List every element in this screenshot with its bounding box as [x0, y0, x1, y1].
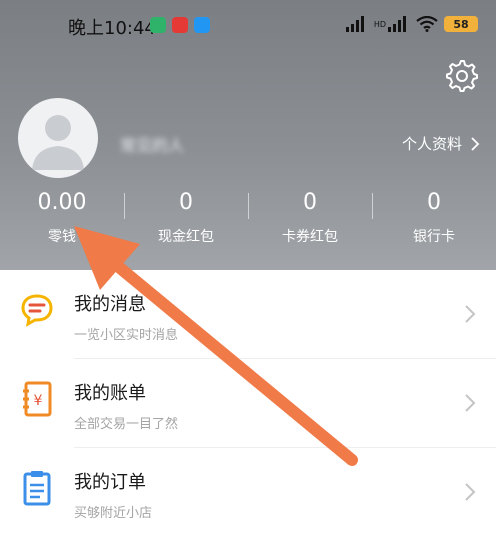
menu-item-title: 我的账单 — [74, 383, 146, 404]
stat-coupon-redpacket[interactable]: 0 卡券红包 — [248, 188, 372, 246]
wallet-stats: 0.00 零钱 0 现金红包 0 卡券红包 0 银行卡 — [0, 188, 496, 258]
battery-icon: 58 — [444, 16, 478, 32]
menu-item-subtitle: 一览小区实时消息 — [74, 328, 179, 343]
app-notification-icon — [172, 17, 188, 33]
app-notification-icon — [150, 17, 166, 33]
stat-label: 零钱 — [48, 229, 76, 245]
order-icon — [23, 471, 51, 506]
stat-label: 银行卡 — [413, 229, 455, 245]
app-notification-icon — [194, 17, 210, 33]
menu-item-title: 我的订单 — [74, 472, 146, 493]
chevron-right-icon — [465, 394, 476, 412]
menu-item-subtitle: 全部交易一目了然 — [74, 417, 179, 432]
menu-item-title: 我的消息 — [74, 294, 146, 315]
menu-item-bills[interactable]: ¥ 我的账单 全部交易一目了然 — [0, 359, 496, 447]
signal-icon — [345, 16, 364, 32]
chevron-right-icon — [465, 483, 476, 501]
stat-cash-redpacket[interactable]: 0 现金红包 — [124, 188, 248, 246]
default-avatar-icon — [32, 115, 84, 170]
chevron-right-icon — [471, 136, 480, 151]
bill-icon: ¥ — [23, 381, 52, 417]
stat-change[interactable]: 0.00 零钱 — [0, 188, 124, 246]
stat-label: 现金红包 — [158, 229, 214, 245]
stat-value: 0 — [303, 190, 317, 215]
stat-label: 卡券红包 — [282, 229, 338, 245]
profile-details-link[interactable]: 个人资料 — [402, 133, 480, 154]
svg-text:¥: ¥ — [34, 393, 43, 409]
profile-link-label: 个人资料 — [401, 135, 462, 153]
stat-value: 0 — [427, 190, 441, 215]
stat-value: 0 — [179, 190, 193, 215]
signal-icon — [388, 16, 406, 32]
message-icon — [21, 294, 53, 327]
menu-item-orders[interactable]: 我的订单 买够附近小店 — [0, 448, 496, 536]
status-bar: 晚上10:44 HD 58 — [0, 0, 496, 52]
stat-bank-card[interactable]: 0 银行卡 — [372, 188, 496, 246]
username: 常见的人 — [120, 136, 185, 155]
status-time: 晚上10:44 — [68, 18, 156, 39]
gear-icon[interactable] — [444, 58, 478, 92]
chevron-right-icon — [465, 305, 476, 323]
status-indicators: HD 58 — [345, 13, 478, 35]
stat-value: 0.00 — [37, 190, 87, 215]
hd-label: HD — [373, 19, 386, 29]
menu-item-subtitle: 买够附近小店 — [74, 506, 153, 521]
profile-header: 晚上10:44 HD 58 常见的人 个人资料 0.00 零钱 0 现金红包 0… — [0, 0, 496, 270]
menu-item-messages[interactable]: 我的消息 一览小区实时消息 — [0, 270, 496, 358]
wifi-icon — [416, 16, 438, 32]
avatar[interactable] — [18, 98, 98, 178]
